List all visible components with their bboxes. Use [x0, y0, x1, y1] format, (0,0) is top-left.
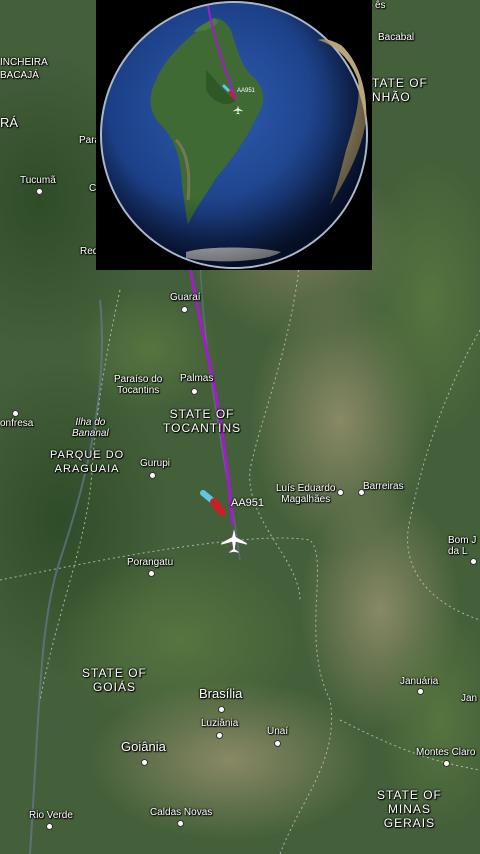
map-label-unai: Unaí: [267, 726, 289, 737]
map-label-brasilia: Brasília: [199, 686, 243, 701]
globe-flight-label: AA951: [237, 88, 256, 94]
map-label-maranhao: NHÃO: [372, 90, 411, 104]
map-label-ra: RÁ: [0, 115, 19, 130]
flight-trail-red: [210, 498, 226, 516]
map-label-barreiras: Barreiras: [363, 481, 404, 492]
airplane-icon: [220, 527, 248, 554]
map-label-paraiso: Paraíso do Tocantins: [114, 374, 163, 396]
map-label-gurupi: Gurupi: [140, 458, 171, 469]
map-city-dot: [141, 759, 148, 766]
map-city-dot: [148, 570, 155, 577]
map-label-bacabal: Bacabal: [378, 32, 415, 43]
map-label-palmas: Palmas: [180, 373, 214, 384]
map-label-januaria: Januária: [400, 676, 439, 687]
map-city-dot: [337, 489, 344, 496]
map-label-jan: Jan: [461, 693, 478, 704]
map-label-confresa: onfresa: [0, 418, 34, 429]
map-city-dot: [181, 306, 188, 313]
map-label-parque: PARQUE DO ARAGUAIA: [50, 449, 125, 475]
map-city-dot: [191, 388, 198, 395]
map-label-es: ês: [375, 0, 386, 11]
globe-inset[interactable]: AA951: [96, 0, 372, 270]
map-city-dot: [443, 760, 450, 767]
map-label-tocantins: STATE OF TOCANTINS: [163, 407, 242, 435]
map-label-porangatu: Porangatu: [127, 557, 174, 568]
map-city-dot: [149, 472, 156, 479]
map-label-luziania: Luziânia: [201, 718, 239, 729]
map-label-bacaja: BACAJÁ: [0, 70, 39, 81]
map-label-state-of-maranhao: TATE OF: [372, 76, 428, 90]
globe-view: [100, 1, 368, 269]
flight-callsign-label[interactable]: AA951: [231, 497, 264, 509]
map-label-guarai: Guaraí: [170, 292, 201, 303]
map-label-minas-gerais: STATE OF MINAS GERAIS: [377, 788, 442, 830]
map-label-goiania: Goiânia: [121, 739, 166, 754]
map-label-rio-verde: Rio Verde: [29, 810, 73, 821]
map-label-luis-eduardo: Luís Eduardo Magalhães: [276, 483, 336, 505]
map-city-dot: [358, 489, 365, 496]
map-label-tucuma: Tucumã: [20, 175, 56, 186]
map-label-goias: STATE OF GOIÁS: [82, 666, 147, 694]
map-label-cinheira: INCHEIRA: [0, 57, 48, 68]
map-city-dot: [216, 732, 223, 739]
map-city-dot: [46, 823, 53, 830]
map-city-dot: [12, 410, 19, 417]
map-city-dot: [470, 558, 477, 565]
map-city-dot: [274, 740, 281, 747]
map-city-dot: [36, 188, 43, 195]
map-city-dot: [218, 706, 225, 713]
map-label-ilha: Ilha do Bananal: [72, 417, 109, 439]
map-label-bom-jesus: Bom J da L: [448, 535, 477, 557]
map-city-dot: [417, 688, 424, 695]
map-label-caldas-novas: Caldas Novas: [150, 807, 213, 818]
map-city-dot: [177, 820, 184, 827]
map-label-montes-claros: Montes Claro: [416, 747, 476, 758]
